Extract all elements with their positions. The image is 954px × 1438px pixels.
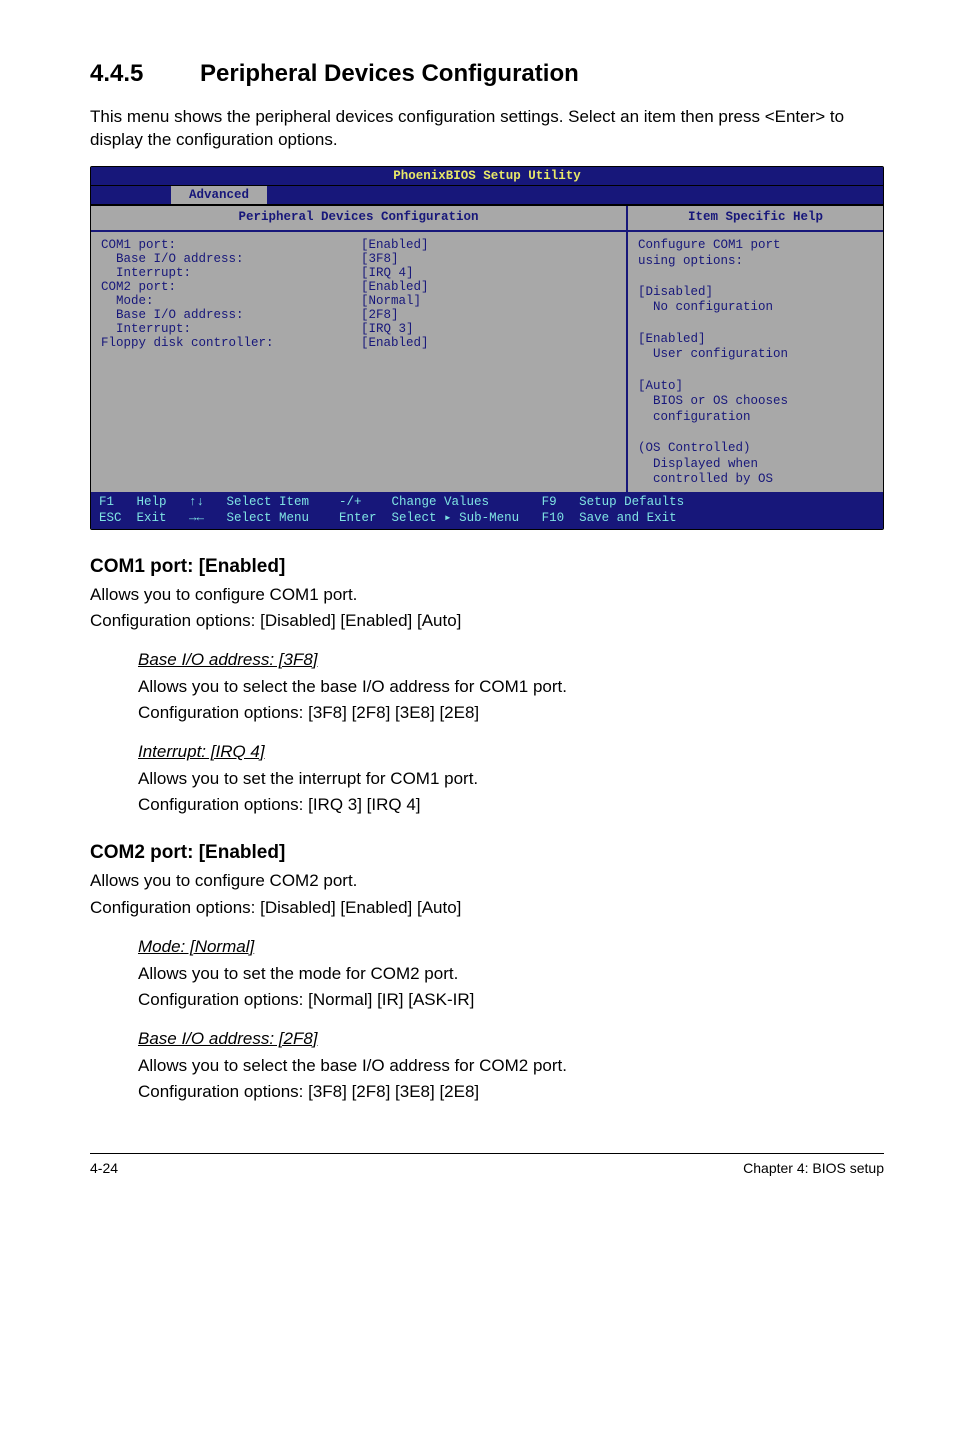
com1-irq-l1: Allows you to set the interrupt for COM1… bbox=[138, 768, 884, 790]
bios-setting-row[interactable]: Base I/O address:[3F8] bbox=[101, 252, 616, 266]
bios-footer: F1 Help ↑↓ Select Item -/+ Change Values… bbox=[91, 492, 883, 529]
bios-setting-value: [Enabled] bbox=[361, 238, 429, 252]
com2-mode-l1: Allows you to set the mode for COM2 port… bbox=[138, 963, 884, 985]
com1-line2: Configuration options: [Disabled] [Enabl… bbox=[90, 610, 884, 632]
bios-right-header: Item Specific Help bbox=[628, 206, 883, 232]
bios-setting-label: Interrupt: bbox=[101, 322, 361, 336]
bios-setting-row[interactable]: Floppy disk controller:[Enabled] bbox=[101, 336, 616, 350]
bios-setting-row[interactable]: COM1 port:[Enabled] bbox=[101, 238, 616, 252]
bios-setting-label: Base I/O address: bbox=[101, 308, 361, 322]
com1-line1: Allows you to configure COM1 port. bbox=[90, 584, 884, 606]
com2-mode-l2: Configuration options: [Normal] [IR] [AS… bbox=[138, 989, 884, 1011]
com1-base-l2: Configuration options: [3F8] [2F8] [3E8]… bbox=[138, 702, 884, 724]
bios-setting-row[interactable]: Interrupt:[IRQ 3] bbox=[101, 322, 616, 336]
bios-help-text: Confugure COM1 port using options: [Disa… bbox=[638, 238, 873, 488]
bios-setting-value: [Enabled] bbox=[361, 280, 429, 294]
bios-setting-row[interactable]: Base I/O address:[2F8] bbox=[101, 308, 616, 322]
bios-setting-value: [2F8] bbox=[361, 308, 399, 322]
com2-mode-title: Mode: [Normal] bbox=[138, 937, 884, 957]
chapter-label: Chapter 4: BIOS setup bbox=[743, 1160, 884, 1176]
com1-heading: COM1 port: [Enabled] bbox=[90, 556, 884, 578]
bios-setting-value: [Normal] bbox=[361, 294, 421, 308]
com2-base-l1: Allows you to select the base I/O addres… bbox=[138, 1055, 884, 1077]
com2-base-title: Base I/O address: [2F8] bbox=[138, 1029, 884, 1049]
section-heading: 4.4.5Peripheral Devices Configuration bbox=[90, 60, 884, 88]
bios-left-header: Peripheral Devices Configuration bbox=[91, 206, 626, 232]
bios-help-pane: Item Specific Help Confugure COM1 port u… bbox=[626, 206, 883, 492]
page-number: 4-24 bbox=[90, 1160, 118, 1176]
bios-setting-row[interactable]: COM2 port:[Enabled] bbox=[101, 280, 616, 294]
bios-setting-row[interactable]: Mode:[Normal] bbox=[101, 294, 616, 308]
bios-setting-label: Base I/O address: bbox=[101, 252, 361, 266]
bios-setting-label: Floppy disk controller: bbox=[101, 336, 361, 350]
com2-line2: Configuration options: [Disabled] [Enabl… bbox=[90, 897, 884, 919]
bios-setting-row[interactable]: Interrupt:[IRQ 4] bbox=[101, 266, 616, 280]
com2-line1: Allows you to configure COM2 port. bbox=[90, 870, 884, 892]
bios-footer-line1: F1 Help ↑↓ Select Item -/+ Change Values… bbox=[99, 495, 684, 509]
com2-heading: COM2 port: [Enabled] bbox=[90, 842, 884, 864]
bios-footer-line2: ESC Exit →← Select Menu Enter Select ▸ S… bbox=[99, 511, 677, 525]
bios-setting-label: COM1 port: bbox=[101, 238, 361, 252]
bios-setting-label: Interrupt: bbox=[101, 266, 361, 280]
com1-base-title: Base I/O address: [3F8] bbox=[138, 650, 884, 670]
section-number: 4.4.5 bbox=[90, 60, 200, 88]
bios-title-bar: PhoenixBIOS Setup Utility bbox=[91, 167, 883, 186]
bios-left-pane: Peripheral Devices Configuration COM1 po… bbox=[91, 206, 626, 492]
com1-irq-title: Interrupt: [IRQ 4] bbox=[138, 742, 884, 762]
page-footer: 4-24 Chapter 4: BIOS setup bbox=[90, 1153, 884, 1176]
bios-setting-label: COM2 port: bbox=[101, 280, 361, 294]
bios-setting-value: [Enabled] bbox=[361, 336, 429, 350]
bios-tab-row: Advanced bbox=[91, 186, 883, 204]
bios-tab-advanced[interactable]: Advanced bbox=[171, 186, 267, 204]
com1-base-l1: Allows you to select the base I/O addres… bbox=[138, 676, 884, 698]
com2-base-l2: Configuration options: [3F8] [2F8] [3E8]… bbox=[138, 1081, 884, 1103]
bios-setting-value: [3F8] bbox=[361, 252, 399, 266]
intro-paragraph: This menu shows the peripheral devices c… bbox=[90, 106, 884, 152]
com1-irq-l2: Configuration options: [IRQ 3] [IRQ 4] bbox=[138, 794, 884, 816]
bios-setting-value: [IRQ 3] bbox=[361, 322, 414, 336]
section-title-text: Peripheral Devices Configuration bbox=[200, 60, 579, 87]
bios-setting-label: Mode: bbox=[101, 294, 361, 308]
bios-screenshot: PhoenixBIOS Setup Utility Advanced Perip… bbox=[90, 166, 884, 530]
bios-setting-value: [IRQ 4] bbox=[361, 266, 414, 280]
